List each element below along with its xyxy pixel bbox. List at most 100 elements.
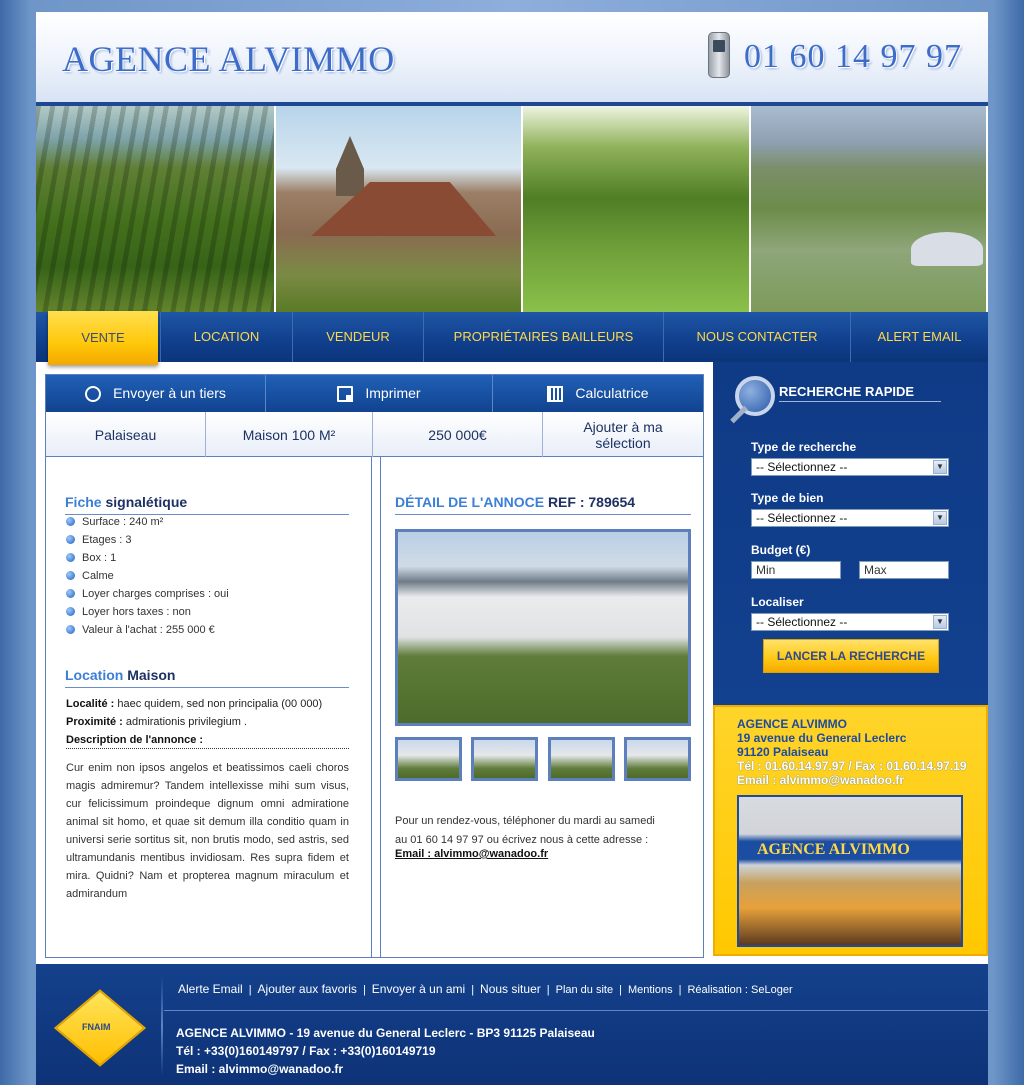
footer-links: Alerte Email | Ajouter aux favoris | Envoyer… <box>178 982 793 996</box>
footer-separator: | <box>546 984 550 996</box>
footer-link-favoris[interactable]: Ajouter aux favoris <box>258 982 357 996</box>
list-item: Valeur à l'achat : 255 000 € <box>66 621 229 639</box>
launch-search-button[interactable]: LANCER LA RECHERCHE <box>763 639 939 673</box>
stadium-dome-shape <box>911 232 983 266</box>
appointment-line-1: Pour un rendez-vous, téléphoner du mardi… <box>395 815 655 827</box>
mobile-phone-icon <box>708 32 730 78</box>
search-type-value: -- Sélectionnez -- <box>756 460 848 474</box>
header: AGENCE ALVIMMO 01 60 14 97 97 <box>36 12 988 106</box>
header-phone-number: 01 60 14 97 97 <box>744 38 962 75</box>
calculator-icon <box>547 386 564 403</box>
agency-name: AGENCE ALVIMMO <box>737 717 847 731</box>
footer-link-mentions[interactable]: Mentions <box>628 984 673 996</box>
search-type-select[interactable]: -- Sélectionnez -- ▼ <box>751 458 949 476</box>
proximite-value: admirationis privilegium . <box>125 716 247 728</box>
nav-item-location[interactable]: LOCATION <box>161 312 293 362</box>
fnaim-logo-text: FNAIM <box>82 1022 111 1032</box>
main-navigation: VENTE LOCATION VENDEUR PROPRIÉTAIRES BAI… <box>36 311 988 365</box>
send-icon <box>85 386 102 403</box>
nav-item-alert-email[interactable]: ALERT EMAIL <box>851 312 988 362</box>
proximite-label: Proximité : <box>66 716 123 728</box>
page: AGENCE ALVIMMO 01 60 14 97 97 VENTE LOCA… <box>36 12 988 1085</box>
agency-phones: Tél : 01.60.14.97.97 / Fax : 01.60.14.97… <box>737 759 967 773</box>
location-title-a: Location <box>65 667 124 683</box>
fiche-title: Fiche signalétique <box>65 494 349 515</box>
property-thumbnail[interactable] <box>548 737 615 781</box>
footer-link-plan-du-site[interactable]: Plan du site <box>556 984 613 996</box>
main-property-photo[interactable] <box>395 529 691 726</box>
listing-details-column: Fiche signalétique Surface : 240 m² Etag… <box>46 457 372 957</box>
calculator-label: Calculatrice <box>575 385 649 401</box>
list-item: Calme <box>66 567 229 585</box>
print-label: Imprimer <box>365 385 421 401</box>
search-type-label: Type de recherche <box>751 440 857 454</box>
church-tower-shape <box>336 136 364 196</box>
property-type-label: Type de bien <box>751 491 824 505</box>
budget-max-input[interactable] <box>859 561 949 579</box>
footer-separator: | <box>619 984 622 996</box>
footer: FNAIM Alerte Email | Ajouter aux favoris | E… <box>36 964 988 1085</box>
listing-content: Envoyer à un tiers Imprimer Calculatrice… <box>45 374 704 958</box>
description-title: Description de l'annonce : <box>66 734 349 749</box>
nav-item-nous-contacter[interactable]: NOUS CONTACTER <box>664 312 851 362</box>
nav-item-vendeur[interactable]: VENDEUR <box>293 312 424 362</box>
footer-separator: | <box>248 984 252 996</box>
listing-summary: Palaiseau Maison 100 M² 250 000€ Ajouter… <box>46 412 703 457</box>
location-title-b: Maison <box>127 667 176 683</box>
magnifier-icon <box>735 376 775 416</box>
footer-link-envoyer-ami[interactable]: Envoyer à un ami <box>372 982 465 996</box>
property-thumbnail[interactable] <box>471 737 538 781</box>
list-item: Surface : 240 m² <box>66 513 229 531</box>
send-label: Envoyer à un tiers <box>113 385 226 401</box>
footer-link-nous-situer[interactable]: Nous situer <box>480 982 541 996</box>
agency-email[interactable]: Email : alvimmo@wanadoo.fr <box>737 773 967 787</box>
contact-email-link[interactable]: Email : alvimmo@wanadoo.fr <box>395 848 548 860</box>
print-icon <box>337 386 354 403</box>
footer-link-realisation[interactable]: Réalisation : SeLoger <box>687 984 792 996</box>
calculator-button[interactable]: Calculatrice <box>493 375 703 412</box>
property-type-select[interactable]: -- Sélectionnez -- ▼ <box>751 509 949 527</box>
banner-photo-aerial-city <box>751 106 988 312</box>
agency-street: 19 avenue du General Leclerc <box>737 731 907 745</box>
property-thumbnail[interactable] <box>395 737 462 781</box>
fiche-list: Surface : 240 m² Etages : 3 Box : 1 Calm… <box>66 513 229 639</box>
banner-photo-church <box>276 106 523 312</box>
localize-value: -- Sélectionnez -- <box>756 615 848 629</box>
add-to-selection-button[interactable]: Ajouter à ma sélection <box>543 412 703 457</box>
footer-address-line: AGENCE ALVIMMO - 19 avenue du General Le… <box>176 1026 595 1040</box>
send-to-third-party-button[interactable]: Envoyer à un tiers <box>46 375 266 412</box>
site-logo[interactable]: AGENCE ALVIMMO <box>62 38 395 80</box>
banner-photo-park <box>523 106 751 312</box>
banner <box>36 106 988 312</box>
footer-link-alerte-email[interactable]: Alerte Email <box>178 982 243 996</box>
chevron-down-icon: ▼ <box>933 460 947 474</box>
list-item: Box : 1 <box>66 549 229 567</box>
property-type-value: -- Sélectionnez -- <box>756 511 848 525</box>
footer-email-line[interactable]: Email : alvimmo@wanadoo.fr <box>176 1060 595 1078</box>
banner-photo-fields <box>36 106 276 312</box>
detail-title: DÉTAIL DE L'ANNOCE REF : 789654 <box>395 494 691 515</box>
location-title: Location Maison <box>65 667 349 688</box>
photo-thumbnails <box>395 737 691 781</box>
chevron-down-icon: ▼ <box>933 615 947 629</box>
listing-detail-column: DÉTAIL DE L'ANNOCE REF : 789654 Pour un … <box>380 457 702 957</box>
nav-item-vente[interactable]: VENTE <box>48 311 158 365</box>
footer-phones-line: Tél : +33(0)160149797 / Fax : +33(0)1601… <box>176 1044 436 1058</box>
localize-select[interactable]: -- Sélectionnez -- ▼ <box>751 613 949 631</box>
budget-min-input[interactable] <box>751 561 841 579</box>
list-item: Etages : 3 <box>66 531 229 549</box>
footer-address: AGENCE ALVIMMO - 19 avenue du General Le… <box>176 1024 595 1078</box>
quick-search-title: RECHERCHE RAPIDE <box>779 384 941 402</box>
nav-item-proprietaires-bailleurs[interactable]: PROPRIÉTAIRES BAILLEURS <box>424 312 664 362</box>
localite-value: haec quidem, sed non principalia (00 000… <box>117 698 323 710</box>
print-button[interactable]: Imprimer <box>266 375 493 412</box>
footer-rule <box>164 1010 988 1011</box>
property-thumbnail[interactable] <box>624 737 691 781</box>
summary-price: 250 000€ <box>373 412 543 457</box>
fiche-title-b: signalétique <box>105 494 188 510</box>
chevron-down-icon: ▼ <box>933 511 947 525</box>
summary-property-type: Maison 100 M² <box>206 412 373 457</box>
list-item: Loyer hors taxes : non <box>66 603 229 621</box>
localite-line: Localité : haec quidem, sed non principa… <box>66 698 322 710</box>
footer-separator: | <box>678 984 682 996</box>
